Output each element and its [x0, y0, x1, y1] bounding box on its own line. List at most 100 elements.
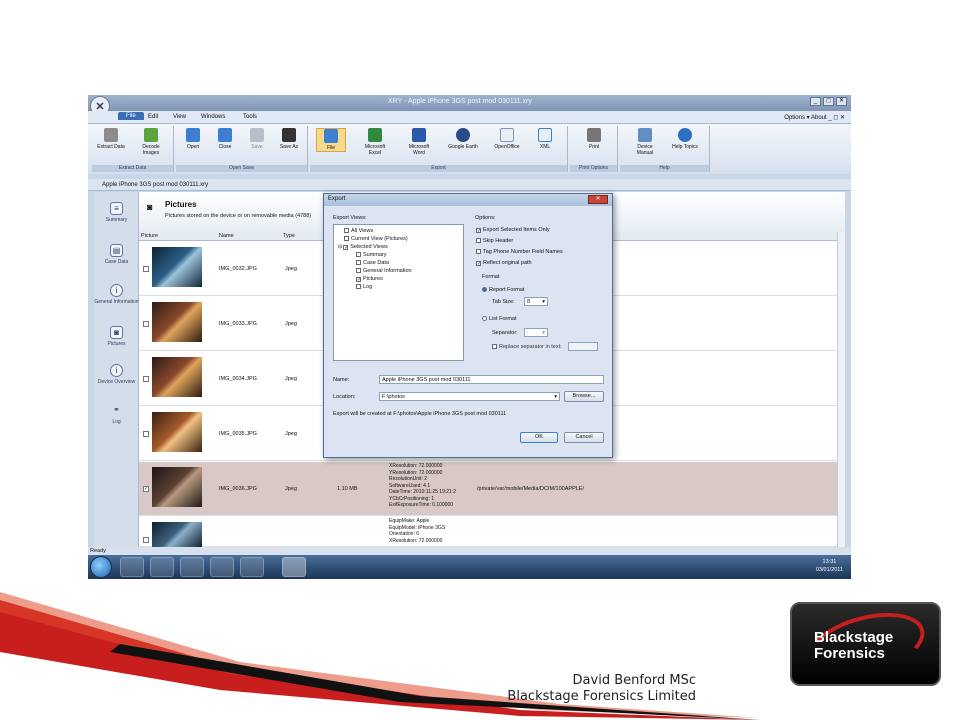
option-export-selected-items[interactable]: ✓ Export Selected Items Only	[476, 227, 550, 234]
table-row-selected[interactable]: ✓ IMG_0036.JPG Jpeg 1.10 MB XResolution:…	[139, 462, 845, 516]
author-company: Blackstage Forensics Limited	[507, 689, 696, 704]
taskbar-xry[interactable]	[282, 557, 306, 577]
row-checkbox[interactable]	[143, 431, 149, 437]
section-title: Pictures	[165, 200, 197, 209]
tree-item[interactable]: General Information	[356, 268, 412, 274]
chevron-down-icon: ▾	[542, 330, 545, 336]
column-header-type[interactable]: Type	[283, 233, 295, 239]
menu-windows[interactable]: Windows	[201, 114, 225, 120]
export-google-earth-button[interactable]: Google Earth	[448, 128, 478, 150]
row-size: 1.10 MB	[337, 486, 358, 492]
table-row[interactable]: EquipMake: Apple EquipModel: iPhone 3GS …	[139, 517, 845, 547]
export-xml-button[interactable]: XML	[530, 128, 560, 150]
open-button[interactable]: Open	[178, 128, 208, 150]
device-manual-button[interactable]: Device Manual	[630, 128, 660, 156]
gears-icon	[104, 128, 118, 142]
tab-size-label: Tab Size:	[492, 299, 515, 305]
close-file-button[interactable]: Close	[210, 128, 240, 150]
export-excel-button[interactable]: Microsoft Excel	[360, 128, 390, 156]
tree-item[interactable]: ✓ Pictures	[356, 276, 383, 283]
tree-item[interactable]: Log	[356, 284, 372, 290]
nav-log[interactable]: ⚭ Log	[94, 404, 139, 425]
start-button[interactable]	[90, 556, 112, 578]
openoffice-icon	[500, 128, 514, 142]
row-thumbnail	[152, 522, 202, 547]
ok-button[interactable]: OK	[520, 432, 558, 443]
menubar: File Edit View Windows Tools Options ▾ A…	[88, 111, 851, 124]
option-replace-separator[interactable]: Replace separator in text:	[492, 344, 562, 350]
menu-file[interactable]: File	[118, 112, 144, 120]
tree-item[interactable]: Summary	[356, 252, 387, 258]
row-checkbox[interactable]	[143, 321, 149, 327]
dialog-close-button[interactable]: ✕	[588, 195, 608, 204]
close-button[interactable]: ✕	[836, 97, 847, 106]
clock-time: 13:31	[822, 559, 837, 565]
replace-separator-input[interactable]	[568, 342, 598, 351]
option-reflect-original-path[interactable]: ✓ Reflect original path	[476, 260, 532, 267]
document-tab: Apple iPhone 3GS post mod 030111.xry	[88, 179, 851, 191]
tree-item[interactable]: Case Data	[356, 260, 389, 266]
export-dialog: Export ✕ Export Views: All Views Current…	[323, 193, 613, 458]
decode-images-button[interactable]: Decode Images	[136, 128, 166, 156]
group-print-options: Print Print Options	[570, 126, 618, 172]
nav-device-overview[interactable]: i Device Overview	[94, 364, 139, 385]
menu-tools[interactable]: Tools	[243, 114, 257, 120]
row-checkbox-checked[interactable]: ✓	[143, 486, 149, 492]
system-clock[interactable]: 13:31 03/01/2011	[816, 558, 843, 574]
menu-edit[interactable]: Edit	[148, 114, 158, 120]
radio-list-format[interactable]: List Format	[482, 316, 517, 322]
tree-item[interactable]: All Views	[344, 228, 373, 234]
help-icon	[678, 128, 692, 142]
help-topics-button[interactable]: Help Topics	[670, 128, 700, 150]
taskbar-app-blue[interactable]	[210, 557, 234, 577]
group-label: Export	[310, 165, 567, 172]
cancel-button[interactable]: Cancel	[564, 432, 604, 443]
row-checkbox[interactable]	[143, 537, 149, 543]
case-data-icon: ▤	[110, 244, 123, 257]
export-name-input[interactable]: Apple iPhone 3GS post mod 030111	[379, 375, 604, 384]
logo-text: Blackstage Forensics	[814, 629, 894, 662]
column-header-name[interactable]: Name	[219, 233, 234, 239]
save-as-button[interactable]: Save As	[274, 128, 304, 150]
disk-icon	[250, 128, 264, 142]
nav-summary[interactable]: ≡ Summary	[94, 202, 139, 223]
export-file-button[interactable]: File	[316, 128, 346, 152]
vertical-scrollbar[interactable]	[837, 232, 845, 547]
tree-item[interactable]: ⊟ ✓ Selected Views	[338, 244, 388, 251]
minimize-button[interactable]: _	[810, 97, 821, 106]
row-type: Jpeg	[285, 376, 297, 382]
menu-options-about[interactable]: Options ▾ About _ ◻ ✕	[784, 114, 845, 121]
nav-general-information[interactable]: i General Information	[94, 284, 139, 305]
taskbar-firefox[interactable]	[120, 557, 144, 577]
taskbar-explorer[interactable]	[240, 557, 264, 577]
tab-size-select[interactable]: 8 ▾	[524, 297, 548, 306]
export-word-button[interactable]: Microsoft Word	[404, 128, 434, 156]
option-skip-header[interactable]: Skip Header	[476, 238, 513, 244]
save-button[interactable]: Save	[242, 128, 272, 150]
row-checkbox[interactable]	[143, 266, 149, 272]
radio-report-format[interactable]: Report Format	[482, 287, 524, 293]
window-titlebar: XRY - Apple iPhone 3GS post mod 030111.x…	[88, 95, 851, 111]
print-button[interactable]: Print	[579, 128, 609, 150]
nav-case-data[interactable]: ▤ Case Data	[94, 244, 139, 265]
taskbar-app-red[interactable]	[180, 557, 204, 577]
browse-button[interactable]: Browse...	[564, 391, 604, 402]
row-thumbnail	[152, 302, 202, 342]
row-type: Jpeg	[285, 321, 297, 327]
maximize-button[interactable]: ◻	[823, 97, 834, 106]
separator-select[interactable]: ; ▾	[524, 328, 548, 337]
window-controls: _ ◻ ✕	[810, 97, 847, 106]
column-header-picture[interactable]: Picture	[141, 233, 158, 239]
extract-data-button[interactable]: Extract Data	[96, 128, 126, 150]
row-thumbnail	[152, 247, 202, 287]
taskbar-word[interactable]	[150, 557, 174, 577]
nav-pictures[interactable]: ◙ Pictures	[94, 326, 139, 347]
tree-item[interactable]: Current View (Pictures)	[344, 236, 408, 242]
info-icon: i	[110, 364, 123, 377]
option-tag-phone-number[interactable]: Tag Phone Number Field Names	[476, 249, 563, 255]
location-select[interactable]: F:\photos ▾	[379, 392, 560, 401]
status-bar: Ready	[88, 547, 851, 555]
menu-view[interactable]: View	[173, 114, 186, 120]
row-checkbox[interactable]	[143, 376, 149, 382]
export-openoffice-button[interactable]: OpenOffice	[492, 128, 522, 150]
